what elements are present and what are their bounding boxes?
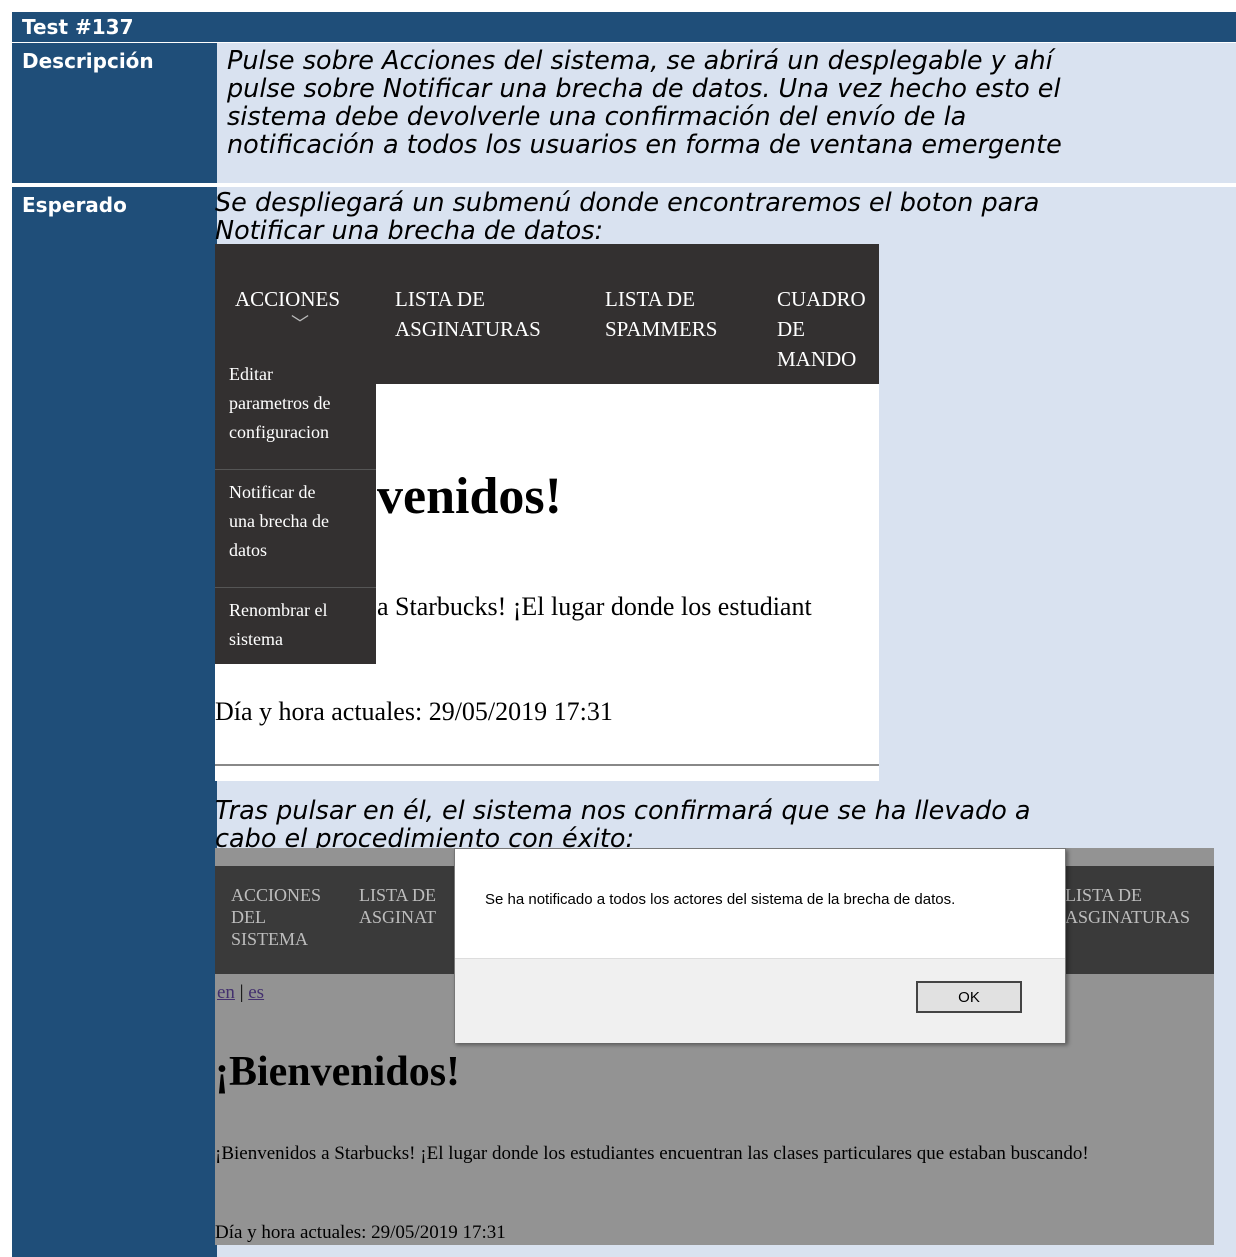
welcome-heading: ¡Bienvenidos! bbox=[215, 1049, 461, 1095]
dropdown-divider bbox=[215, 469, 376, 470]
nav-item-cuadro-mando[interactable]: CUADRO DE MANDO bbox=[777, 284, 866, 374]
welcome-heading: venidos! bbox=[377, 468, 562, 525]
description-line: sistema debe devolverle una confirmación… bbox=[227, 102, 967, 132]
expected-intro-line: Notificar una brecha de datos: bbox=[215, 216, 604, 246]
dropdown-item-renombrar[interactable]: Renombrar el sistema bbox=[229, 596, 374, 654]
description-line: Pulse sobre Acciones del sistema, se abr… bbox=[227, 46, 1053, 76]
test-title-row: Test #137 bbox=[12, 12, 1236, 43]
dialog-message: Se ha notificado a todos los actores del… bbox=[485, 891, 956, 908]
lang-en-link[interactable]: en bbox=[217, 982, 235, 1003]
description-text: Pulse sobre Acciones del sistema, se abr… bbox=[217, 43, 1236, 185]
ok-button[interactable]: OK bbox=[916, 981, 1022, 1013]
nav-item-lista-asignaturas-2[interactable]: LISTA DE ASGINATURAS bbox=[1065, 884, 1190, 928]
welcome-text: a Starbucks! ¡El lugar donde los estudia… bbox=[377, 592, 812, 621]
dialog-footer: OK bbox=[455, 958, 1065, 1043]
nav-item-acciones-sistema[interactable]: ACCIONES DEL SISTEMA bbox=[231, 884, 321, 950]
screenshot-confirmation: ACCIONES DEL SISTEMA LISTA DE ASGINAT LI… bbox=[215, 848, 1214, 1245]
lang-es-link[interactable]: es bbox=[248, 982, 264, 1003]
screenshot-dropdown-menu: ACCIONES ﹀ LISTA DE ASGINATURAS LISTA DE… bbox=[215, 244, 879, 781]
nav-item-lista-asignaturas[interactable]: LISTA DE ASGINAT bbox=[359, 884, 436, 928]
dropdown-divider bbox=[215, 587, 376, 588]
nav-item-lista-spammers[interactable]: LISTA DE SPAMMERS bbox=[605, 284, 717, 344]
test-title: Test #137 bbox=[22, 15, 134, 39]
expected-label: Esperado bbox=[12, 187, 217, 1257]
language-switcher: en | es bbox=[217, 982, 264, 1004]
description-line: pulse sobre Notificar una brecha de dato… bbox=[227, 74, 1061, 104]
lang-separator: | bbox=[234, 982, 249, 1003]
description-line: notificación a todos los usuarios en for… bbox=[227, 130, 1062, 160]
chevron-down-icon: ﹀ bbox=[291, 314, 309, 334]
date-text: Día y hora actuales: 29/05/2019 17:31 bbox=[215, 697, 613, 726]
dropdown-item-editar[interactable]: Editar parametros de configuracion bbox=[229, 360, 374, 447]
alert-dialog: Se ha notificado a todos los actores del… bbox=[454, 848, 1066, 1043]
expected-after-line: Tras pulsar en él, el sistema nos confir… bbox=[215, 796, 1031, 826]
description-label: Descripción bbox=[12, 43, 217, 185]
divider bbox=[215, 764, 879, 766]
expected-intro-line: Se despliegará un submenú donde encontra… bbox=[215, 188, 1040, 218]
nav-item-acciones[interactable]: ACCIONES bbox=[235, 284, 340, 314]
dropdown-menu: Editar parametros de configuracion Notif… bbox=[215, 354, 376, 664]
nav-item-lista-asignaturas[interactable]: LISTA DE ASGINATURAS bbox=[395, 284, 541, 344]
welcome-text: ¡Bienvenidos a Starbucks! ¡El lugar dond… bbox=[215, 1143, 1089, 1164]
date-text: Día y hora actuales: 29/05/2019 17:31 bbox=[215, 1222, 506, 1243]
dropdown-item-notificar[interactable]: Notificar de una brecha de datos bbox=[229, 478, 374, 565]
